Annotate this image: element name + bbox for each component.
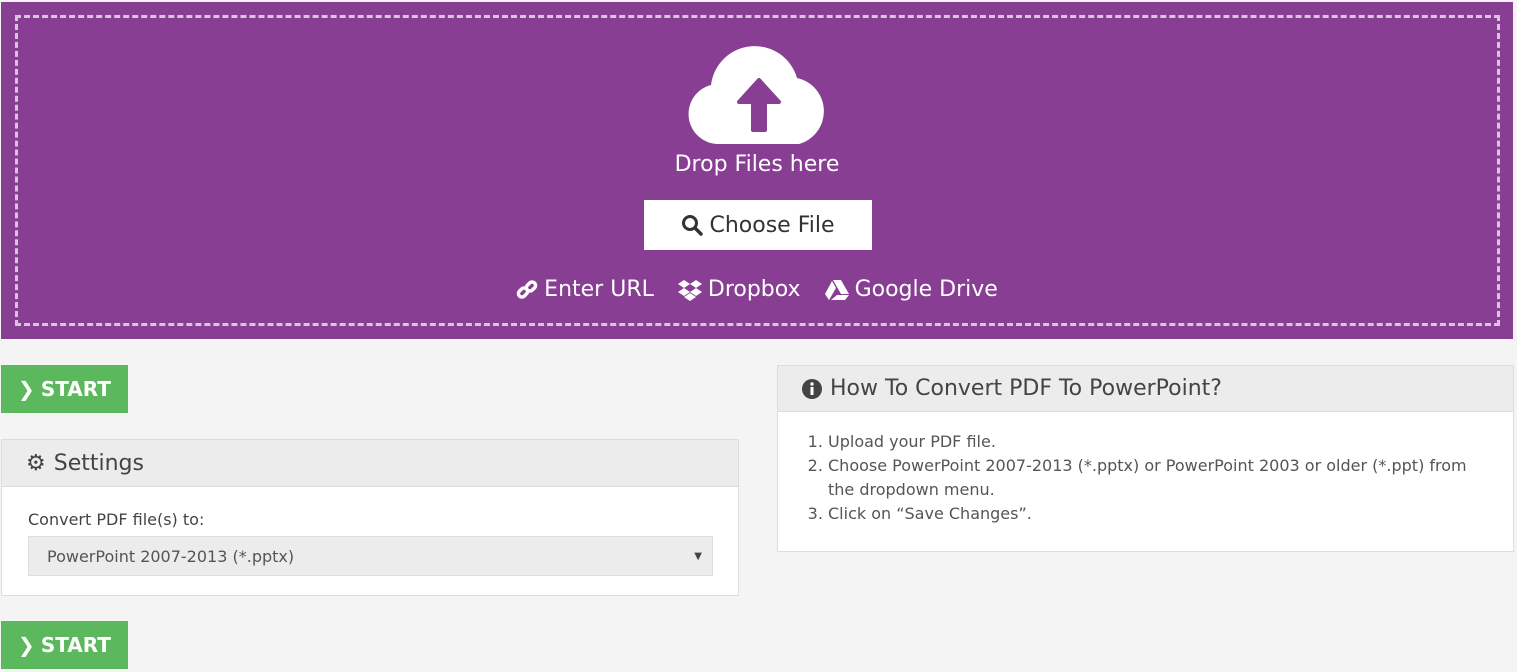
choose-file-label: Choose File <box>709 212 835 238</box>
gears-icon: ⚙ <box>26 450 46 476</box>
drop-files-text: Drop Files here <box>674 152 840 177</box>
format-select[interactable]: PowerPoint 2007-2013 (*.pptx) ▼ <box>28 536 713 576</box>
choose-file-button[interactable]: Choose File <box>644 200 872 250</box>
convert-to-label: Convert PDF file(s) to: <box>28 510 205 529</box>
google-drive-link[interactable]: Google Drive <box>824 277 998 302</box>
dropbox-link[interactable]: Dropbox <box>677 277 801 302</box>
search-icon <box>682 215 704 236</box>
file-drop-zone[interactable]: Drop Files here Choose File Enter URL Dr… <box>1 2 1513 339</box>
settings-header: ⚙ Settings <box>2 440 738 487</box>
start-button-top[interactable]: ❯ START <box>1 365 128 413</box>
step-item: Choose PowerPoint 2007-2013 (*.pptx) or … <box>828 454 1483 502</box>
cloud-upload-icon <box>688 46 824 144</box>
caret-down-icon: ▼ <box>694 550 702 562</box>
howto-header: How To Convert PDF To PowerPoint? <box>778 366 1513 412</box>
howto-panel: How To Convert PDF To PowerPoint? Upload… <box>777 365 1514 552</box>
howto-steps: Upload your PDF file. Choose PowerPoint … <box>778 412 1513 526</box>
settings-panel: ⚙ Settings Convert PDF file(s) to: PowerP… <box>1 439 739 596</box>
step-item: Upload your PDF file. <box>828 430 1483 454</box>
google-drive-icon <box>824 279 849 300</box>
step-item: Click on “Save Changes”. <box>828 502 1483 526</box>
chevron-right-icon: ❯ <box>18 633 35 657</box>
enter-url-link[interactable]: Enter URL <box>516 277 654 302</box>
info-icon <box>802 378 822 399</box>
link-icon <box>516 279 538 299</box>
start-button-bottom[interactable]: ❯ START <box>1 621 128 669</box>
dropbox-icon <box>677 279 702 301</box>
chevron-right-icon: ❯ <box>18 377 35 401</box>
